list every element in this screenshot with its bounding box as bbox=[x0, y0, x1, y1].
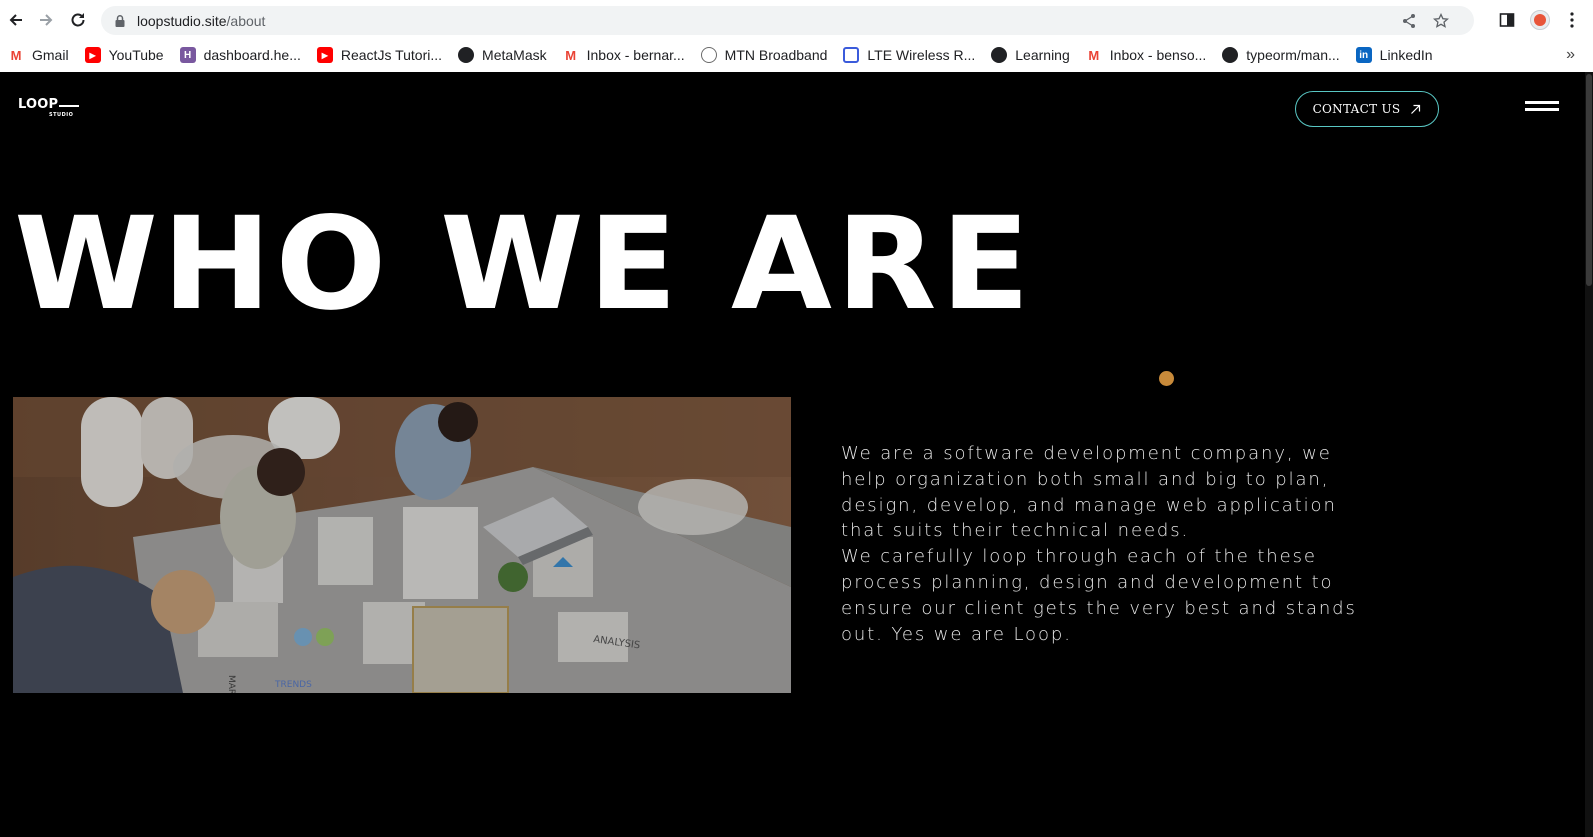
bookmark-label: ReactJs Tutori... bbox=[340, 47, 443, 63]
bookmark-label: YouTube bbox=[108, 47, 164, 63]
bookmark-label: Inbox - benso... bbox=[1109, 47, 1207, 63]
gmail-icon: M bbox=[10, 47, 22, 63]
bookmark-item[interactable]: M Inbox - bernar... bbox=[563, 42, 692, 68]
heroku-icon: H bbox=[179, 47, 196, 63]
bookmark-label: Inbox - bernar... bbox=[586, 47, 685, 63]
gmail-icon: M bbox=[1088, 47, 1100, 63]
globe-icon bbox=[458, 47, 475, 63]
bookmark-label: LinkedIn bbox=[1379, 47, 1433, 63]
bookmark-item[interactable]: ▶ ReactJs Tutori... bbox=[316, 42, 449, 68]
avatar bbox=[1530, 10, 1550, 30]
bookmark-item[interactable]: ▶ YouTube bbox=[84, 42, 171, 68]
back-button[interactable] bbox=[6, 10, 26, 30]
address-bar[interactable]: loopstudio.site/about bbox=[101, 6, 1474, 35]
page-title: WHO WE ARE bbox=[14, 190, 1034, 339]
side-panel-icon bbox=[1499, 13, 1515, 27]
arrow-left-icon bbox=[9, 14, 22, 26]
bookmarks-bar: M Gmail ▶ YouTube Hdashboard.he... ▶ ReactJs T… bbox=[0, 40, 1593, 70]
youtube-icon: ▶ bbox=[84, 47, 101, 63]
bookmark-label: MetaMask bbox=[482, 47, 547, 63]
bookmark-item[interactable]: MetaMask bbox=[458, 42, 554, 68]
reload-button[interactable] bbox=[68, 10, 88, 30]
site-logo[interactable]: LOOP STUDIO bbox=[18, 97, 80, 119]
bookmark-item[interactable]: typeorm/man... bbox=[1222, 42, 1346, 68]
about-paragraph-1: We are a software development company, w… bbox=[841, 443, 1337, 542]
url-text: loopstudio.site/about bbox=[137, 13, 265, 29]
logo-sub: STUDIO bbox=[49, 112, 74, 118]
bookmark-item[interactable]: M Gmail bbox=[8, 42, 76, 68]
bookmark-label: Gmail bbox=[32, 47, 69, 63]
reload-icon bbox=[71, 13, 85, 27]
url-path: /about bbox=[226, 12, 266, 29]
bookmark-item[interactable]: LTE Wireless R... bbox=[843, 42, 982, 68]
about-paragraph-2: We carefully loop through each of the th… bbox=[841, 546, 1357, 645]
github-icon bbox=[1222, 47, 1239, 63]
menu-button[interactable] bbox=[1562, 10, 1582, 30]
bookmark-label: LTE Wireless R... bbox=[867, 47, 976, 63]
scrollbar-thumb[interactable] bbox=[1586, 74, 1592, 286]
browser-chrome: loopstudio.site/about M Gmail ▶ YouTube Hdas… bbox=[0, 0, 1593, 72]
forward-button[interactable] bbox=[36, 10, 56, 30]
team-photo: ANALYSIS TRENDS MAR STR bbox=[13, 397, 791, 693]
linkedin-icon: in bbox=[1355, 47, 1372, 63]
star-icon[interactable] bbox=[1433, 13, 1449, 29]
logo-word: LOOP bbox=[18, 97, 59, 112]
page-scrollbar[interactable] bbox=[1585, 72, 1593, 837]
arrow-up-right-icon bbox=[1411, 104, 1421, 114]
accent-dot bbox=[1159, 371, 1174, 386]
browser-toolbar: loopstudio.site/about bbox=[0, 0, 1593, 40]
bookmark-label: typeorm/man... bbox=[1246, 47, 1340, 63]
hamburger-line bbox=[1525, 108, 1559, 111]
arrow-right-icon bbox=[40, 14, 53, 26]
share-icon[interactable] bbox=[1401, 13, 1417, 29]
bookmark-item[interactable]: MTN Broadband bbox=[700, 42, 835, 68]
globe-icon bbox=[991, 47, 1008, 63]
bookmark-item[interactable]: Hdashboard.he... bbox=[179, 42, 308, 68]
bookmark-item[interactable]: M Inbox - benso... bbox=[1086, 42, 1214, 68]
youtube-icon: ▶ bbox=[316, 47, 333, 63]
lock-icon bbox=[115, 14, 125, 27]
contact-us-button[interactable]: CONTACT US bbox=[1295, 91, 1439, 127]
profile-button[interactable] bbox=[1530, 10, 1550, 30]
contact-us-label: CONTACT US bbox=[1312, 102, 1401, 116]
bookmarks-overflow-button[interactable]: » bbox=[1566, 46, 1575, 64]
side-panel-button[interactable] bbox=[1497, 10, 1517, 30]
bookmark-label: Learning bbox=[1015, 47, 1070, 63]
router-icon bbox=[843, 47, 860, 63]
url-host: loopstudio.site bbox=[137, 12, 227, 29]
logo-bar bbox=[59, 105, 79, 107]
bookmark-label: MTN Broadband bbox=[724, 47, 828, 63]
page-content: LOOP STUDIO CONTACT US WHO WE ARE ANALYS… bbox=[0, 72, 1585, 837]
bookmark-item[interactable]: in LinkedIn bbox=[1355, 42, 1440, 68]
bookmark-label: dashboard.he... bbox=[203, 47, 301, 63]
about-text: We are a software development company, w… bbox=[841, 441, 1361, 647]
bookmark-item[interactable]: Learning bbox=[991, 42, 1077, 68]
kebab-menu-icon bbox=[1570, 12, 1574, 28]
hamburger-line bbox=[1525, 101, 1559, 104]
mtn-icon bbox=[700, 47, 717, 63]
hamburger-menu-button[interactable] bbox=[1525, 101, 1559, 113]
gmail-icon: M bbox=[565, 47, 577, 63]
team-photo-illustration: ANALYSIS TRENDS MAR STR bbox=[13, 397, 791, 693]
